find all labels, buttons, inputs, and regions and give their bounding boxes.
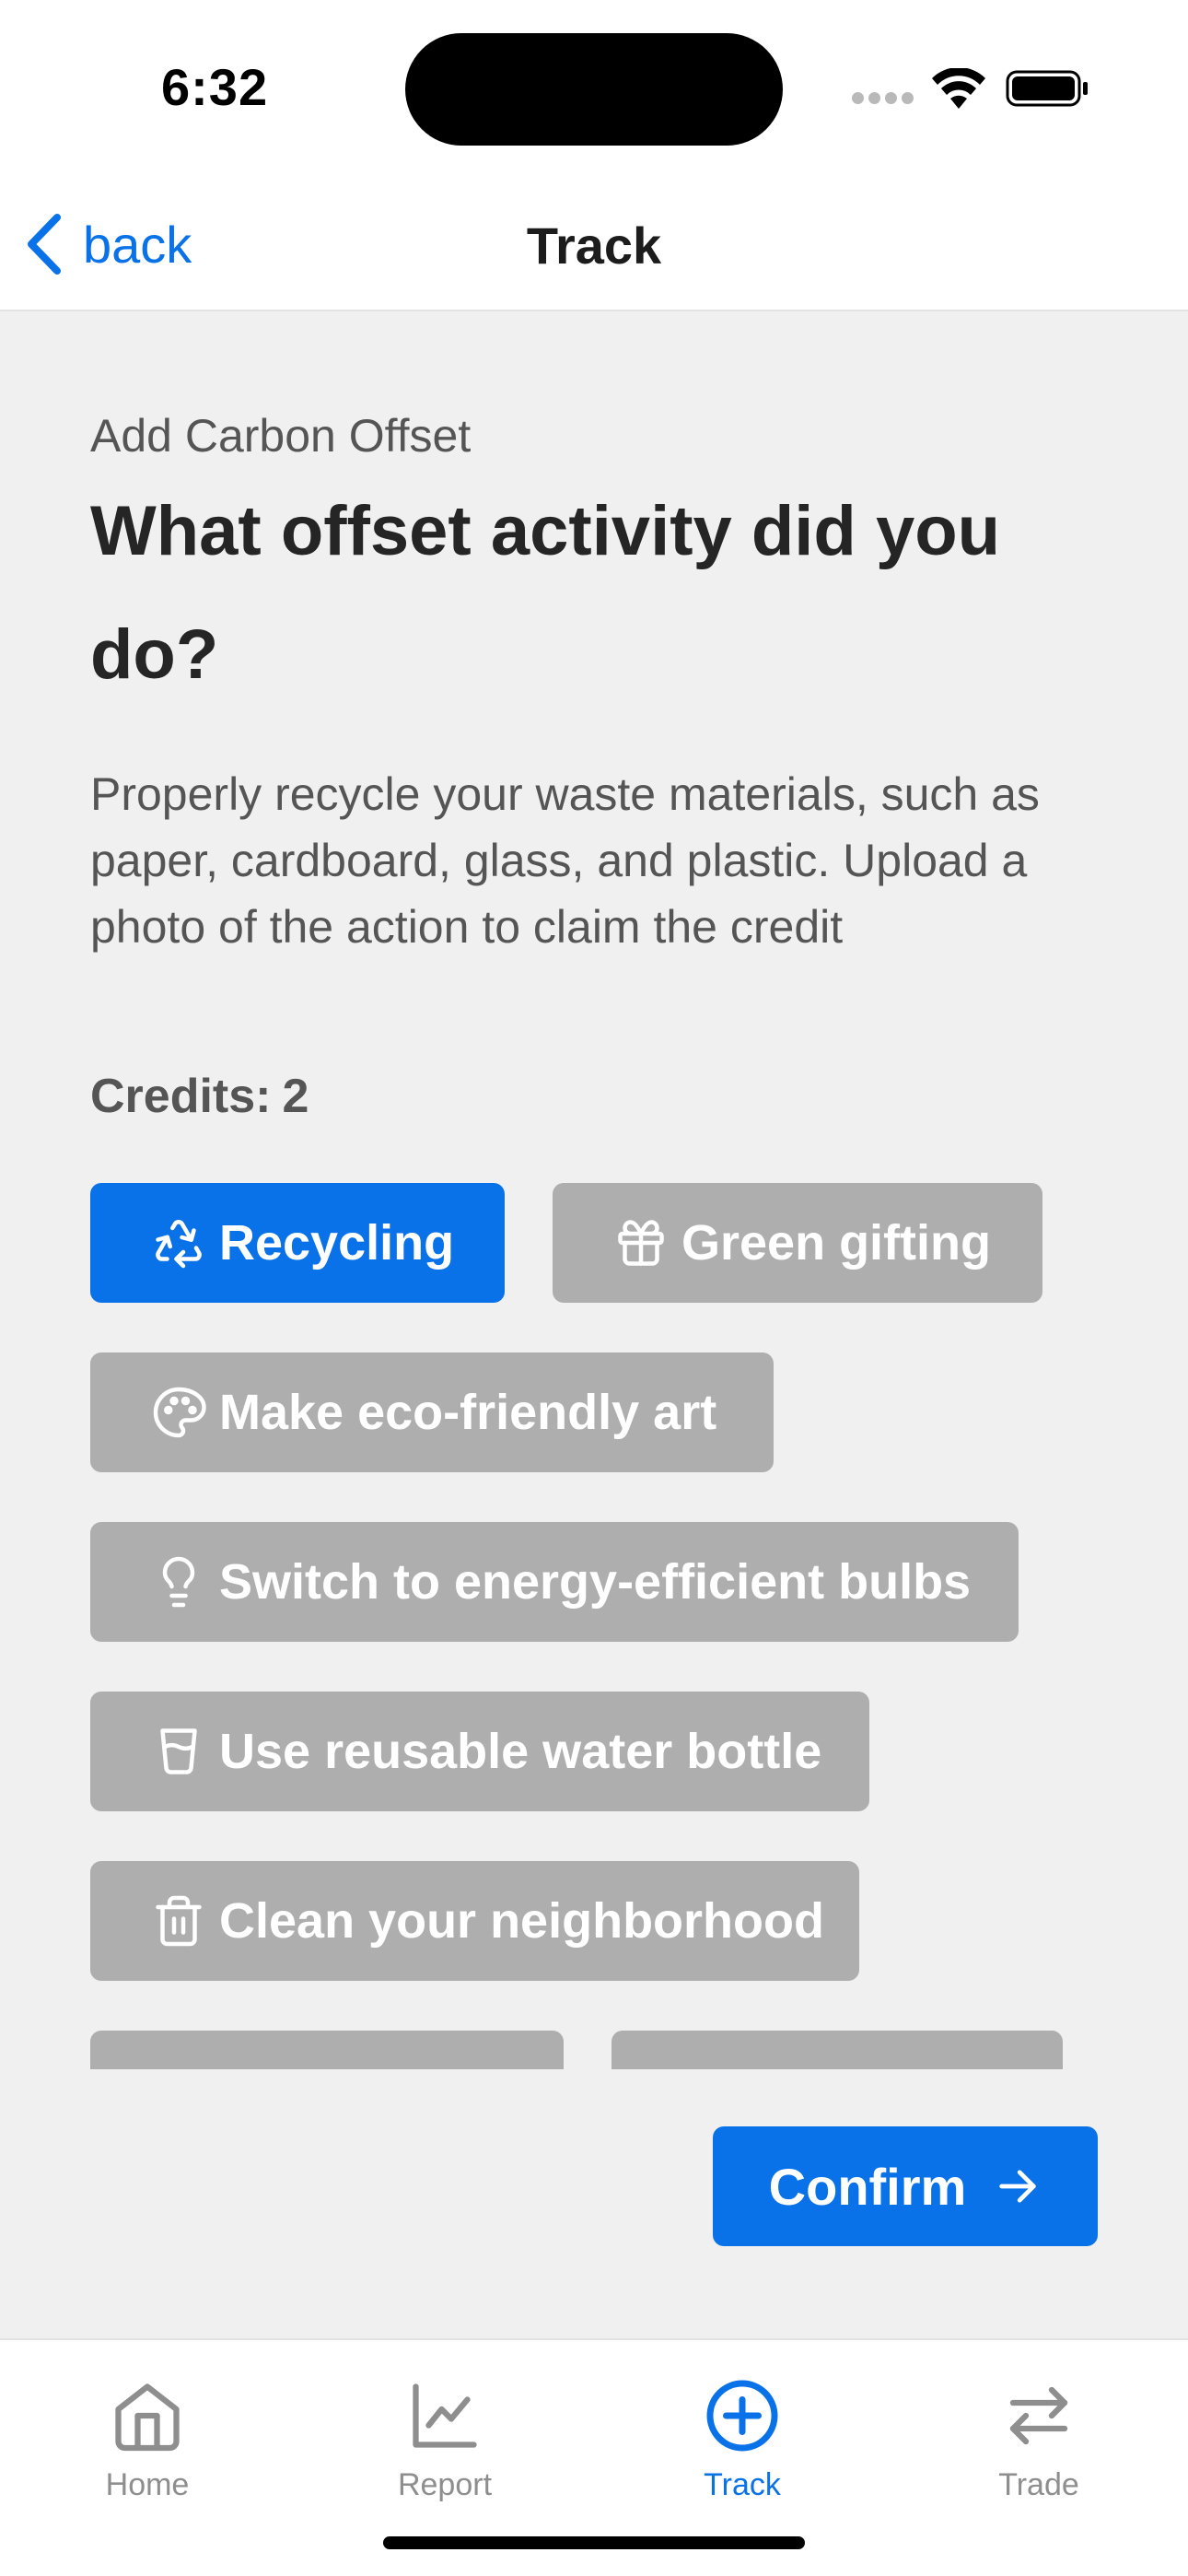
nav-bar: back Track: [0, 175, 1188, 311]
activity-chip-recycling[interactable]: Recycling: [90, 1183, 505, 1303]
confirm-button[interactable]: Confirm: [713, 2126, 1098, 2246]
page-title: Track: [526, 217, 662, 275]
chart-icon: [413, 2383, 477, 2448]
chip-label: Switch to energy-efficient bulbs: [219, 1554, 972, 1610]
tab-label: Trade: [998, 2467, 1079, 2502]
plus-circle-icon: [706, 2380, 778, 2452]
tab-track[interactable]: Track: [632, 2359, 853, 2543]
credits-label: Credits:: [90, 1070, 272, 1123]
battery-icon: [1006, 70, 1088, 107]
recycle-icon: [156, 1220, 202, 1269]
gift-icon: [618, 1220, 664, 1266]
chip-label: Green gifting: [681, 1215, 991, 1270]
activity-chip-partial[interactable]: [611, 2031, 1063, 2069]
cup-icon: [160, 1728, 197, 1774]
lightbulb-icon: [162, 1556, 195, 1608]
question-heading: What offset activity did you do?: [90, 492, 1001, 694]
track-screen: 6:32 back Track Add Carbon Offset What o…: [0, 0, 1188, 2576]
tab-home[interactable]: Home: [37, 2359, 258, 2543]
arrow-right-icon: [999, 2170, 1037, 2203]
activity-chip-eco-art[interactable]: Make eco-friendly art: [90, 1352, 774, 1472]
activity-chip-clean-neighborhood[interactable]: Clean your neighborhood: [90, 1861, 859, 1981]
signal-icon: [852, 92, 918, 109]
confirm-label: Confirm: [768, 2157, 967, 2216]
activity-chip-water-bottle[interactable]: Use reusable water bottle: [90, 1692, 869, 1811]
trash-icon: [156, 1895, 202, 1947]
status-bar: 6:32: [0, 0, 1188, 175]
chip-label: Clean your neighborhood: [219, 1893, 824, 1949]
status-time: 6:32: [161, 58, 269, 116]
chip-label: Use reusable water bottle: [219, 1724, 822, 1779]
activity-chip-partial[interactable]: [90, 2031, 564, 2069]
tab-label: Track: [704, 2467, 781, 2502]
tab-report[interactable]: Report: [334, 2359, 555, 2543]
dynamic-island: [405, 33, 783, 146]
tab-label: Report: [397, 2467, 493, 2502]
chip-label: Recycling: [219, 1215, 455, 1270]
swap-arrows-icon: [1009, 2386, 1068, 2445]
activity-chip-green-gifting[interactable]: Green gifting: [553, 1183, 1042, 1303]
tab-trade[interactable]: Trade: [928, 2359, 1149, 2543]
palette-icon: [153, 1387, 206, 1438]
activity-description: Properly recycle your waste materials, s…: [90, 768, 1040, 953]
chip-label: Make eco-friendly art: [219, 1385, 717, 1440]
credits-info: Credits: 2: [90, 1069, 309, 1124]
activity-chip-energy-bulbs[interactable]: Switch to energy-efficient bulbs: [90, 1522, 1019, 1642]
section-subtitle: Add Carbon Offset: [90, 410, 472, 462]
home-indicator: [383, 2536, 805, 2549]
wifi-icon: [932, 68, 985, 109]
tab-label: Home: [105, 2467, 190, 2502]
credits-value: 2: [282, 1070, 309, 1123]
home-icon: [115, 2383, 180, 2452]
activity-options: Recycling Green gifting Make eco-friendl…: [90, 1183, 1122, 2069]
